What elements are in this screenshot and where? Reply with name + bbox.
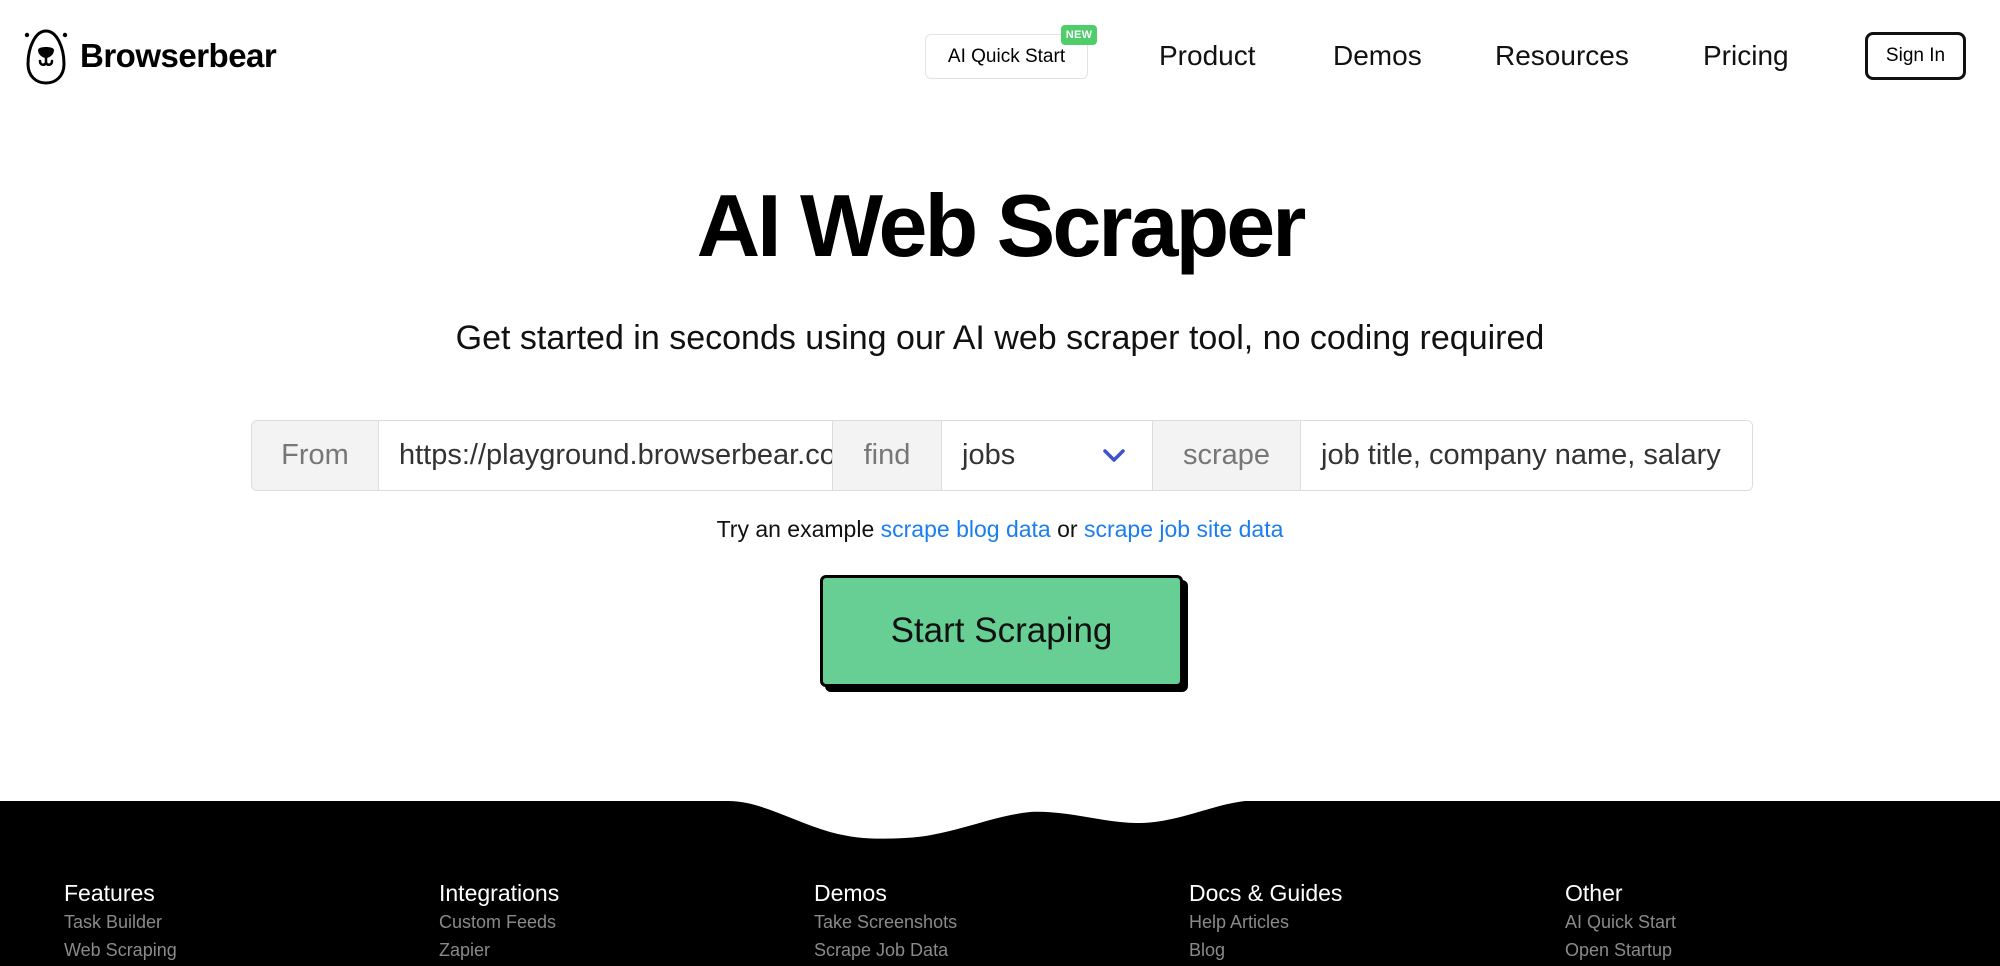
find-label: find — [833, 421, 942, 490]
footer-link-custom-feeds[interactable]: Custom Feeds — [439, 908, 559, 936]
footer-link-take-screenshots[interactable]: Take Screenshots — [814, 908, 957, 936]
url-input[interactable]: https://playground.browserbear.com/jobs/ — [379, 421, 833, 490]
footer-link-task-builder[interactable]: Task Builder — [64, 908, 177, 936]
nav-resources[interactable]: Resources — [1495, 38, 1629, 74]
brand-logo[interactable]: Browserbear — [24, 28, 277, 86]
scrape-label: scrape — [1153, 421, 1301, 490]
footer-link-open-startup[interactable]: Open Startup — [1565, 936, 1676, 964]
footer-heading: Integrations — [439, 880, 560, 906]
footer-link-web-scraping[interactable]: Web Scraping — [64, 936, 177, 964]
footer-heading: Demos — [814, 880, 887, 906]
footer-link-zapier[interactable]: Zapier — [439, 936, 559, 964]
scrape-blog-data-link[interactable]: scrape blog data — [881, 516, 1051, 542]
find-type-value: jobs — [962, 439, 1016, 471]
sign-in-button[interactable]: Sign In — [1865, 32, 1966, 80]
nav-pricing[interactable]: Pricing — [1703, 38, 1789, 74]
fields-input[interactable]: job title, company name, salary — [1301, 421, 1752, 490]
examples-prefix: Try an example — [716, 516, 875, 542]
footer-heading: Docs & Guides — [1189, 880, 1343, 906]
footer-heading: Other — [1565, 880, 1623, 906]
bear-logo-icon — [24, 29, 68, 85]
example-links: Try an example scrape blog data or scrap… — [0, 514, 2000, 544]
footer-wave-divider — [0, 801, 2000, 850]
footer-link-ai-quick-start[interactable]: AI Quick Start — [1565, 908, 1676, 936]
footer-heading: Features — [64, 880, 155, 906]
chevron-down-icon — [1102, 448, 1126, 464]
start-scraping-button[interactable]: Start Scraping — [820, 575, 1183, 687]
site-header: Browserbear AI Quick Start NEW Product D… — [0, 0, 2000, 112]
brand-name: Browserbear — [80, 37, 277, 74]
new-badge: NEW — [1061, 25, 1097, 45]
nav-product[interactable]: Product — [1159, 38, 1256, 74]
footer-column-demos: Demos Take Screenshots Scrape Job Data — [814, 878, 957, 964]
nav-demos[interactable]: Demos — [1333, 38, 1422, 74]
page-title: AI Web Scraper — [696, 176, 1307, 275]
footer-link-blog[interactable]: Blog — [1189, 936, 1342, 964]
footer-link-scrape-job-data[interactable]: Scrape Job Data — [814, 936, 957, 964]
footer-column-docs: Docs & Guides Help Articles Blog — [1189, 878, 1342, 964]
page-subtitle: Get started in seconds using our AI web … — [455, 319, 1545, 357]
footer-column-other: Other AI Quick Start Open Startup — [1565, 878, 1676, 964]
scrape-form: From https://playground.browserbear.com/… — [251, 420, 1753, 491]
from-label: From — [252, 421, 379, 490]
examples-or: or — [1057, 516, 1078, 542]
footer-column-features: Features Task Builder Web Scraping — [64, 878, 177, 964]
scrape-job-site-data-link[interactable]: scrape job site data — [1084, 516, 1283, 542]
footer-link-help-articles[interactable]: Help Articles — [1189, 908, 1342, 936]
site-footer: Features Task Builder Web Scraping Integ… — [0, 845, 2000, 966]
find-type-select[interactable]: jobs — [942, 421, 1153, 490]
footer-column-integrations: Integrations Custom Feeds Zapier — [439, 878, 559, 964]
